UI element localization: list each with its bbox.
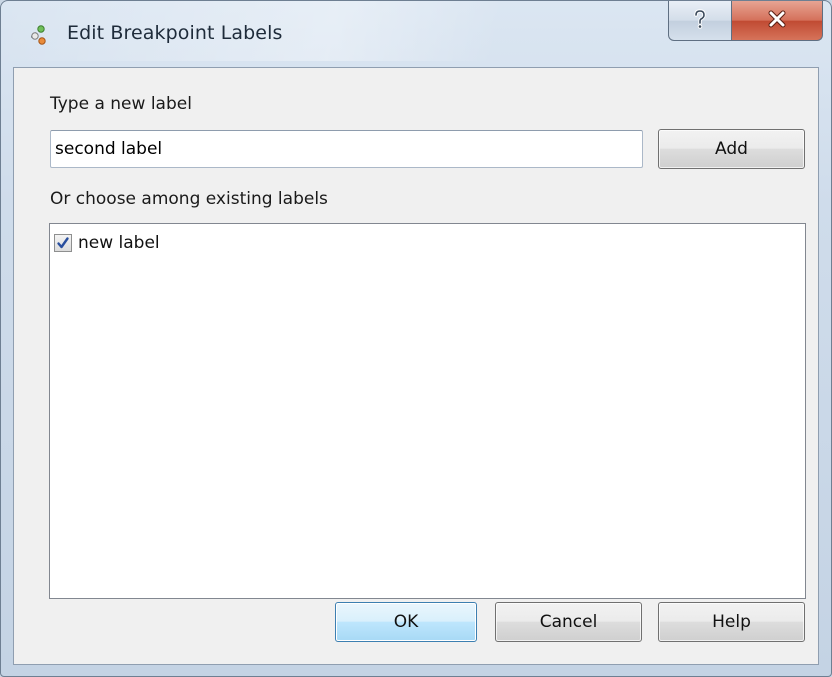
question-mark-icon (691, 8, 709, 34)
help-button[interactable]: Help (658, 602, 805, 642)
breakpoint-labels-icon (27, 23, 51, 47)
ok-button[interactable]: OK (335, 602, 477, 642)
label-checkbox[interactable] (54, 234, 72, 252)
new-label-heading: Type a new label (50, 94, 192, 114)
cancel-button[interactable]: Cancel (495, 602, 642, 642)
dialog-window: Edit Breakpoint Labels Type a new label (0, 0, 832, 677)
existing-labels-list[interactable]: new label (49, 223, 806, 599)
dialog-client-area: Type a new label Add Or choose among exi… (13, 67, 819, 665)
window-title: Edit Breakpoint Labels (67, 22, 283, 44)
checkmark-icon (57, 237, 69, 249)
existing-labels-heading: Or choose among existing labels (50, 189, 328, 209)
new-label-input[interactable] (50, 130, 643, 168)
list-item[interactable]: new label (54, 232, 160, 254)
title-bar[interactable]: Edit Breakpoint Labels (1, 1, 831, 67)
close-icon (766, 10, 788, 32)
context-help-button[interactable] (668, 1, 732, 41)
close-button[interactable] (731, 1, 823, 41)
list-item-label: new label (78, 233, 160, 253)
add-button[interactable]: Add (658, 129, 805, 169)
